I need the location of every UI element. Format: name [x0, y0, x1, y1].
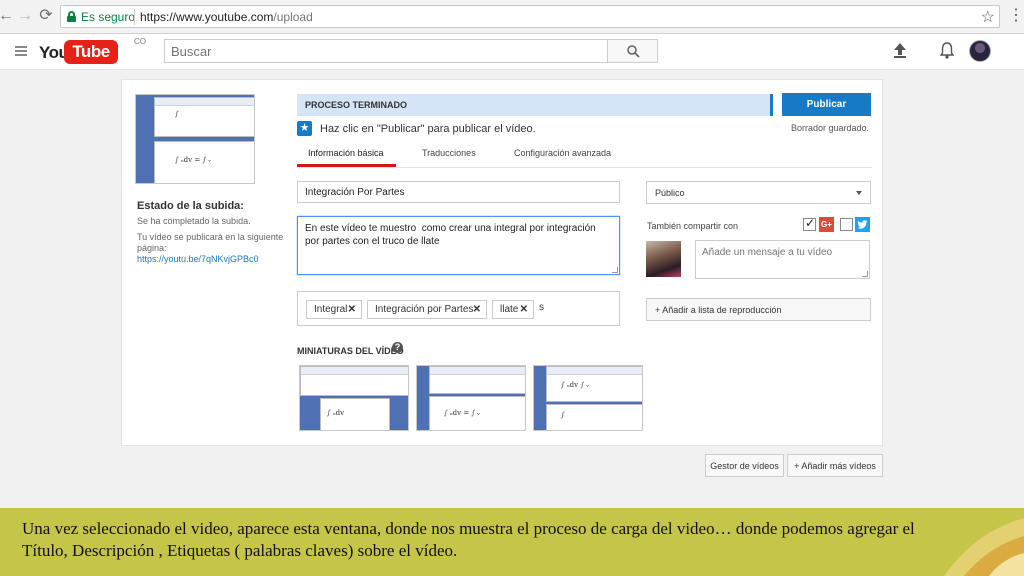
- help-icon[interactable]: ?: [392, 342, 403, 353]
- tag-chip: Integral ✕: [306, 300, 362, 319]
- tag-chip: llate ✕: [492, 300, 534, 319]
- video-preview-thumbnail: ∫ ∫ ᵤdv = ∫ ᵥ: [135, 94, 255, 184]
- uploader-avatar: [646, 241, 681, 277]
- upload-tabs: Información básica Traducciones Configur…: [297, 142, 872, 168]
- tab-translations[interactable]: Traducciones: [422, 148, 476, 158]
- resize-handle[interactable]: [612, 267, 618, 273]
- forward-icon[interactable]: →: [15, 6, 35, 26]
- process-progress-bar: PROCESO TERMINADO: [297, 94, 773, 116]
- add-more-videos-button[interactable]: + Añadir más vídeos: [787, 454, 883, 477]
- title-field[interactable]: [297, 181, 620, 203]
- google-plus-icon: G+: [819, 217, 834, 232]
- publish-note-line-2: página:: [137, 243, 167, 253]
- logo-country-code: CO: [134, 37, 146, 46]
- star-icon: ★: [297, 121, 312, 136]
- twitter-checkbox[interactable]: [840, 218, 853, 231]
- share-message-textarea[interactable]: [696, 241, 869, 278]
- thumbnail-option-1[interactable]: ∫ ᵤdv: [299, 365, 409, 431]
- url-separator: [134, 9, 135, 25]
- tag-label: Integración por Partes: [375, 304, 474, 315]
- description-field[interactable]: En este vídeo te muestro como crear una …: [297, 216, 620, 275]
- gplus-checkbox[interactable]: [803, 216, 816, 231]
- search-field[interactable]: [164, 39, 608, 63]
- account-avatar[interactable]: [969, 40, 991, 62]
- dropdown-caret-icon: [856, 191, 862, 195]
- secure-label: Es seguro: [81, 10, 136, 24]
- url-path: /upload: [273, 10, 313, 24]
- description-textarea[interactable]: En este vídeo te muestro como crear una …: [298, 217, 619, 274]
- publish-hint-text: Haz clic en "Publicar" para publicar el …: [320, 123, 536, 135]
- lock-icon: [67, 11, 76, 22]
- video-manager-button[interactable]: Gestor de vídeos: [705, 454, 784, 477]
- caption-text: Una vez seleccionado el video, aparece e…: [22, 519, 915, 560]
- upload-status-title: Estado de la subida:: [137, 200, 244, 212]
- draft-saved-text: Borrador guardado.: [791, 123, 870, 133]
- tags-field[interactable]: Integral ✕ Integración por Partes ✕ llate ✕…: [297, 291, 620, 326]
- tag-label: Integral: [314, 304, 348, 315]
- privacy-value: Público: [655, 188, 685, 198]
- title-input[interactable]: [298, 182, 619, 202]
- url-host: https://www.youtube.com: [140, 10, 274, 24]
- thumbnail-option-2[interactable]: ∫ ᵤdv = ∫ ᵥ: [416, 365, 526, 431]
- share-message-field[interactable]: [695, 240, 870, 279]
- address-bar[interactable]: Es seguro https://www.youtube.com/upload…: [60, 5, 1000, 28]
- publish-note-line-1: Tu vídeo se publicará en la siguiente: [137, 232, 284, 242]
- active-tab-indicator: [297, 164, 396, 167]
- thumbnails-title: MINIATURAS DEL VÍDEO: [297, 346, 404, 356]
- remove-tag-icon[interactable]: ✕: [473, 301, 481, 318]
- bookmark-star-icon[interactable]: ☆: [981, 7, 995, 27]
- search-input[interactable]: [165, 40, 607, 62]
- resize-handle[interactable]: [862, 271, 868, 277]
- hamburger-menu-icon[interactable]: [15, 46, 27, 56]
- browser-toolbar: ← → ⟳ Es seguro https://www.youtube.com/…: [0, 0, 1024, 34]
- reload-icon[interactable]: ⟳: [36, 6, 56, 26]
- leaf-decoration-icon: [944, 518, 1024, 576]
- upload-icon[interactable]: [893, 43, 907, 59]
- notifications-bell-icon[interactable]: [940, 42, 954, 59]
- add-to-playlist-button[interactable]: + Añadir a lista de reproducción: [646, 298, 871, 321]
- remove-tag-icon[interactable]: ✕: [520, 301, 528, 318]
- slide-caption: Una vez seleccionado el video, aparece e…: [0, 508, 1024, 576]
- tag-label: llate: [500, 304, 519, 315]
- remove-tag-icon[interactable]: ✕: [348, 301, 356, 318]
- search-icon: [627, 45, 640, 58]
- twitter-icon: [855, 217, 870, 232]
- youtube-header: You Tube CO: [0, 34, 1024, 70]
- browser-menu-icon[interactable]: ⋮: [1008, 7, 1024, 25]
- logo-tube: Tube: [64, 40, 118, 64]
- video-url-link[interactable]: https://youtu.be/7qNKvjGPBc0: [137, 254, 259, 264]
- thumbnail-option-3[interactable]: ∫ ᵤdv ∫ ᵥ ∫: [533, 365, 643, 431]
- publish-button[interactable]: Publicar: [782, 93, 871, 116]
- process-status-label: PROCESO TERMINADO: [305, 100, 408, 110]
- url-text[interactable]: https://www.youtube.com/upload: [140, 10, 313, 24]
- tag-input[interactable]: s: [539, 302, 544, 313]
- tag-chip: Integración por Partes ✕: [367, 300, 487, 319]
- upload-card: ∫ ∫ ᵤdv = ∫ ᵥ Estado de la subida: Se ha…: [121, 79, 883, 446]
- privacy-select[interactable]: Público: [646, 181, 871, 204]
- upload-complete-text: Se ha completado la subida.: [137, 216, 251, 226]
- tab-basic-info[interactable]: Información básica: [308, 148, 384, 158]
- back-icon[interactable]: ←: [0, 6, 16, 26]
- share-label: También compartir con: [647, 221, 739, 231]
- search-button[interactable]: [607, 39, 658, 63]
- tab-advanced-settings[interactable]: Configuración avanzada: [514, 148, 611, 158]
